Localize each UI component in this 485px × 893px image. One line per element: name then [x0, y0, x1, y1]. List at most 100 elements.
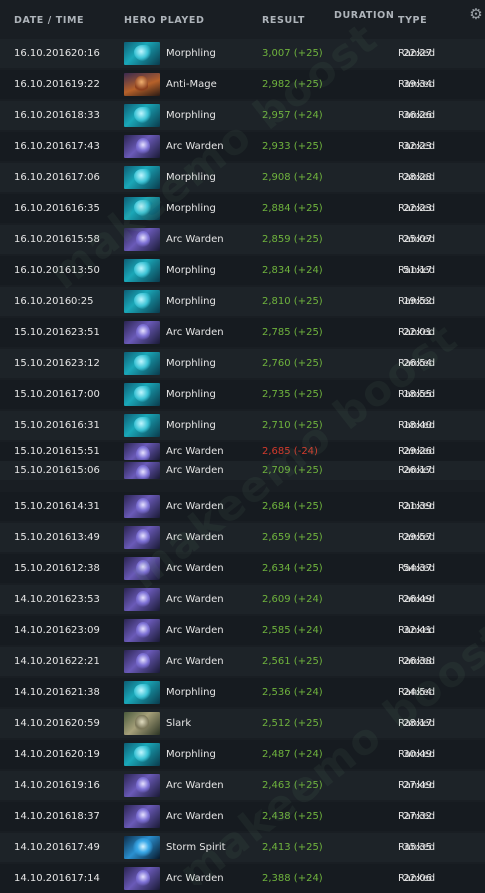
table-row[interactable]: 16.10.2016 16:35 Morphling 2,884 (+25) 22:23… — [0, 194, 485, 223]
match-result: 2,760 (+25) — [262, 358, 323, 369]
match-type: Ranked — [398, 594, 436, 605]
gear-icon[interactable]: ⚙ — [468, 6, 484, 22]
morphling-hero-icon[interactable] — [124, 743, 160, 766]
table-row[interactable]: 14.10.2016 18:37 Arc Warden 2,438 (+25) 27:3… — [0, 802, 485, 831]
morphling-hero-icon[interactable] — [124, 42, 160, 65]
table-row[interactable]: 15.10.2016 16:31 Morphling 2,710 (+25) 18:40… — [0, 411, 485, 440]
table-row[interactable]: 15.10.2016 15:51 Arc Warden 2,685 (-24) 29:2… — [0, 442, 485, 461]
match-time: 23:53 — [71, 594, 100, 605]
arcwarden-hero-icon[interactable] — [124, 805, 160, 828]
column-header-result[interactable]: RESULT — [262, 15, 305, 26]
table-row[interactable]: 16.10.2016 20:16 Morphling 3,007 (+25) 22:27… — [0, 39, 485, 68]
match-type: Ranked — [398, 749, 436, 760]
match-type: Ranked — [398, 141, 436, 152]
table-row[interactable]: 16.10.2016 18:33 Morphling 2,957 (+24) 36:26… — [0, 101, 485, 130]
table-row[interactable]: 15.10.2016 13:49 Arc Warden 2,659 (+25) 29:5… — [0, 523, 485, 552]
match-date: 16.10.2016 — [14, 79, 72, 90]
table-row[interactable]: 15.10.2016 12:38 Arc Warden 2,634 (+25) 54:3… — [0, 554, 485, 583]
table-row[interactable]: 16.10.2016 19:22 Anti-Mage 2,982 (+25) 39:34… — [0, 70, 485, 99]
table-row[interactable]: 15.10.2016 14:31 Arc Warden 2,684 (+25) 21:3… — [0, 492, 485, 521]
arcwarden-hero-icon[interactable] — [124, 135, 160, 158]
table-row[interactable]: 14.10.2016 17:14 Arc Warden 2,388 (+24) 22:0… — [0, 864, 485, 893]
match-type: Ranked — [398, 79, 436, 90]
arcwarden-hero-icon[interactable] — [124, 443, 160, 460]
hero-name: Arc Warden — [166, 141, 224, 152]
hero-name: Arc Warden — [166, 234, 224, 245]
morphling-hero-icon[interactable] — [124, 104, 160, 127]
match-type: Ranked — [398, 296, 436, 307]
match-result: 2,685 (-24) — [262, 446, 318, 457]
arcwarden-hero-icon[interactable] — [124, 526, 160, 549]
morphling-hero-icon[interactable] — [124, 383, 160, 406]
morphling-hero-icon[interactable] — [124, 290, 160, 313]
morphling-hero-icon[interactable] — [124, 197, 160, 220]
morphling-hero-icon[interactable] — [124, 352, 160, 375]
match-result: 2,388 (+24) — [262, 873, 323, 884]
match-date: 16.10.2016 — [14, 172, 72, 183]
slark-hero-icon[interactable] — [124, 712, 160, 735]
match-type: Ranked — [398, 563, 436, 574]
arcwarden-hero-icon[interactable] — [124, 228, 160, 251]
column-header-duration[interactable]: DURATION — [334, 10, 394, 21]
table-row[interactable]: 16.10.2016 17:43 Arc Warden 2,933 (+25) 32:2… — [0, 132, 485, 161]
match-result: 2,834 (+24) — [262, 265, 323, 276]
table-row[interactable]: 15.10.2016 23:12 Morphling 2,760 (+25) 26:54… — [0, 349, 485, 378]
morphling-hero-icon[interactable] — [124, 681, 160, 704]
arcwarden-hero-icon[interactable] — [124, 774, 160, 797]
hero-name: Arc Warden — [166, 327, 224, 338]
match-date: 14.10.2016 — [14, 625, 72, 636]
match-type: Ranked — [398, 110, 436, 121]
table-row[interactable]: 16.10.2016 0:25 Morphling 2,810 (+25) 19:52 R… — [0, 287, 485, 316]
match-date: 16.10.2016 — [14, 141, 72, 152]
hero-name: Morphling — [166, 172, 216, 183]
table-row[interactable]: 14.10.2016 23:09 Arc Warden 2,585 (+24) 32:4… — [0, 616, 485, 645]
arcwarden-hero-icon[interactable] — [124, 619, 160, 642]
table-row[interactable]: 16.10.2016 17:06 Morphling 2,908 (+24) 28:28… — [0, 163, 485, 192]
morphling-hero-icon[interactable] — [124, 166, 160, 189]
table-row[interactable]: 15.10.2016 23:51 Arc Warden 2,785 (+25) 22:0… — [0, 318, 485, 347]
match-time: 20:19 — [71, 749, 100, 760]
column-header-date-time[interactable]: DATE / TIME — [14, 15, 84, 26]
table-row[interactable]: 14.10.2016 19:16 Arc Warden 2,463 (+25) 27:4… — [0, 771, 485, 800]
table-row[interactable]: 14.10.2016 20:59 Slark 2,512 (+25) 28:17 Rank… — [0, 709, 485, 738]
table-row[interactable]: 14.10.2016 17:49 Storm Spirit 2,413 (+25) 35… — [0, 833, 485, 862]
antimage-hero-icon[interactable] — [124, 73, 160, 96]
column-header-hero-played[interactable]: HERO PLAYED — [124, 15, 204, 26]
table-row[interactable]: 14.10.2016 20:19 Morphling 2,487 (+24) 30:49… — [0, 740, 485, 769]
stormspirit-hero-icon[interactable] — [124, 836, 160, 859]
match-time: 15:06 — [71, 465, 100, 476]
match-date: 14.10.2016 — [14, 811, 72, 822]
table-row[interactable]: 16.10.2016 15:58 Arc Warden 2,859 (+25) 25:0… — [0, 225, 485, 254]
match-time: 17:43 — [71, 141, 100, 152]
hero-name: Morphling — [166, 265, 216, 276]
arcwarden-hero-icon[interactable] — [124, 495, 160, 518]
match-result: 2,463 (+25) — [262, 780, 323, 791]
match-type: Ranked — [398, 265, 436, 276]
match-type: Ranked — [398, 501, 436, 512]
arcwarden-hero-icon[interactable] — [124, 321, 160, 344]
morphling-hero-icon[interactable] — [124, 414, 160, 437]
match-type: Ranked — [398, 718, 436, 729]
table-row[interactable]: 14.10.2016 23:53 Arc Warden 2,609 (+24) 26:4… — [0, 585, 485, 614]
hero-name: Arc Warden — [166, 873, 224, 884]
match-result: 2,810 (+25) — [262, 296, 323, 307]
table-row[interactable]: 14.10.2016 22:21 Arc Warden 2,561 (+25) 26:3… — [0, 647, 485, 676]
match-time: 23:51 — [71, 327, 100, 338]
morphling-hero-icon[interactable] — [124, 259, 160, 282]
arcwarden-hero-icon[interactable] — [124, 462, 160, 479]
table-row[interactable]: 14.10.2016 21:38 Morphling 2,536 (+24) 24:54… — [0, 678, 485, 707]
match-time: 21:38 — [71, 687, 100, 698]
column-header-type[interactable]: TYPE — [398, 15, 427, 26]
table-row[interactable]: 15.10.2016 15:06 Arc Warden 2,709 (+25) 26:1… — [0, 461, 485, 480]
hero-name: Morphling — [166, 687, 216, 698]
match-time: 17:14 — [71, 873, 100, 884]
match-result: 2,735 (+25) — [262, 389, 323, 400]
match-result: 2,957 (+24) — [262, 110, 323, 121]
arcwarden-hero-icon[interactable] — [124, 557, 160, 580]
match-date: 14.10.2016 — [14, 718, 72, 729]
arcwarden-hero-icon[interactable] — [124, 588, 160, 611]
table-row[interactable]: 15.10.2016 17:00 Morphling 2,735 (+25) 18:55… — [0, 380, 485, 409]
arcwarden-hero-icon[interactable] — [124, 650, 160, 673]
table-row[interactable]: 16.10.2016 13:50 Morphling 2,834 (+24) 51:17… — [0, 256, 485, 285]
arcwarden-hero-icon[interactable] — [124, 867, 160, 890]
